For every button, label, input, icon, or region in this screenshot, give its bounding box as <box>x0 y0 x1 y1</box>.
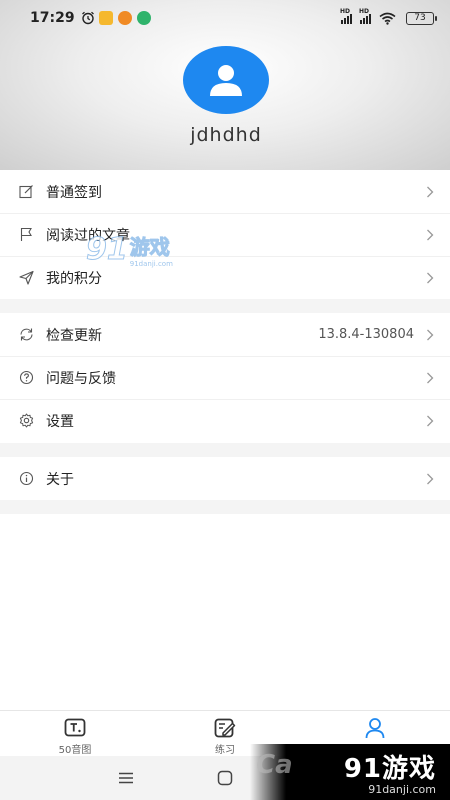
watermark-url: 91danji.com <box>129 260 173 268</box>
watermark: 91 游戏 91danji.com <box>86 231 173 269</box>
profile-icon <box>363 717 387 739</box>
avatar[interactable] <box>183 46 269 114</box>
watermark-logo: 91 <box>86 232 129 268</box>
menu-group-about: 关于 <box>0 457 450 500</box>
overlay-glyph: Ca <box>256 750 293 780</box>
wifi-icon <box>379 12 396 25</box>
menu-item-label: 设置 <box>46 413 74 430</box>
watermark-name: 游戏 <box>129 235 170 260</box>
home-icon[interactable] <box>215 768 235 788</box>
info-icon <box>18 471 34 487</box>
user-icon <box>210 65 242 96</box>
chevron-right-icon <box>426 371 436 385</box>
practice-icon <box>213 717 237 738</box>
app-notification-icon <box>136 11 151 25</box>
tab-kana-chart[interactable]: 50音图 <box>0 711 150 756</box>
username: jdhdhd <box>190 124 262 146</box>
chevron-right-icon <box>426 328 436 342</box>
menu-item-checkin[interactable]: 普通签到 <box>0 170 450 213</box>
overlay-name: 91游戏 <box>343 754 436 784</box>
site-watermark-overlay: Ca 91游戏 91danji.com <box>250 744 450 800</box>
overlay-url: 91danji.com <box>368 783 436 796</box>
status-bar: 17:29 HD HD 73 <box>0 0 450 36</box>
help-icon <box>18 370 34 386</box>
tab-label: 50音图 <box>58 745 92 756</box>
battery-icon: 73 <box>406 11 437 25</box>
menu-item-label: 问题与反馈 <box>46 370 116 387</box>
refresh-icon <box>18 327 34 343</box>
app-notification-icon <box>117 11 132 25</box>
send-icon <box>18 270 34 286</box>
chevron-right-icon <box>426 271 436 285</box>
menu-item-label: 普通签到 <box>46 184 102 201</box>
menu-item-check-update[interactable]: 检查更新 13.8.4-130804 <box>0 313 450 356</box>
chevron-right-icon <box>426 472 436 486</box>
status-time: 17:29 <box>30 10 75 26</box>
section-divider <box>0 299 450 313</box>
menu-item-read-articles[interactable]: 阅读过的文章 <box>0 213 450 256</box>
section-divider <box>0 443 450 457</box>
cellular-signal-icon: HD <box>340 8 352 24</box>
edit-icon <box>18 184 34 200</box>
menu-item-label: 我的积分 <box>46 270 102 287</box>
menu-item-settings[interactable]: 设置 <box>0 399 450 442</box>
section-divider <box>0 500 450 514</box>
menu-icon[interactable] <box>116 768 136 788</box>
menu-item-about[interactable]: 关于 <box>0 457 450 500</box>
app-notification-icon <box>98 11 113 25</box>
menu-item-points[interactable]: 我的积分 <box>0 256 450 299</box>
flag-icon <box>18 227 34 243</box>
menu-group-system: 检查更新 13.8.4-130804 问题与反馈 设置 <box>0 313 450 442</box>
alarm-icon <box>81 11 95 25</box>
menu-group-activity: 普通签到 阅读过的文章 我的积分 <box>0 170 450 299</box>
gear-icon <box>18 413 34 429</box>
app-version: 13.8.4-130804 <box>318 327 414 342</box>
kana-chart-icon <box>63 717 87 738</box>
chevron-right-icon <box>426 414 436 428</box>
menu-item-label: 检查更新 <box>46 327 102 344</box>
profile-header: 17:29 HD HD 73 jdhdhd <box>0 0 450 170</box>
menu-item-label: 关于 <box>46 471 74 488</box>
chevron-right-icon <box>426 228 436 242</box>
menu-item-feedback[interactable]: 问题与反馈 <box>0 356 450 399</box>
tab-label: 练习 <box>215 745 235 756</box>
chevron-right-icon <box>426 185 436 199</box>
cellular-signal-icon: HD <box>359 8 371 24</box>
